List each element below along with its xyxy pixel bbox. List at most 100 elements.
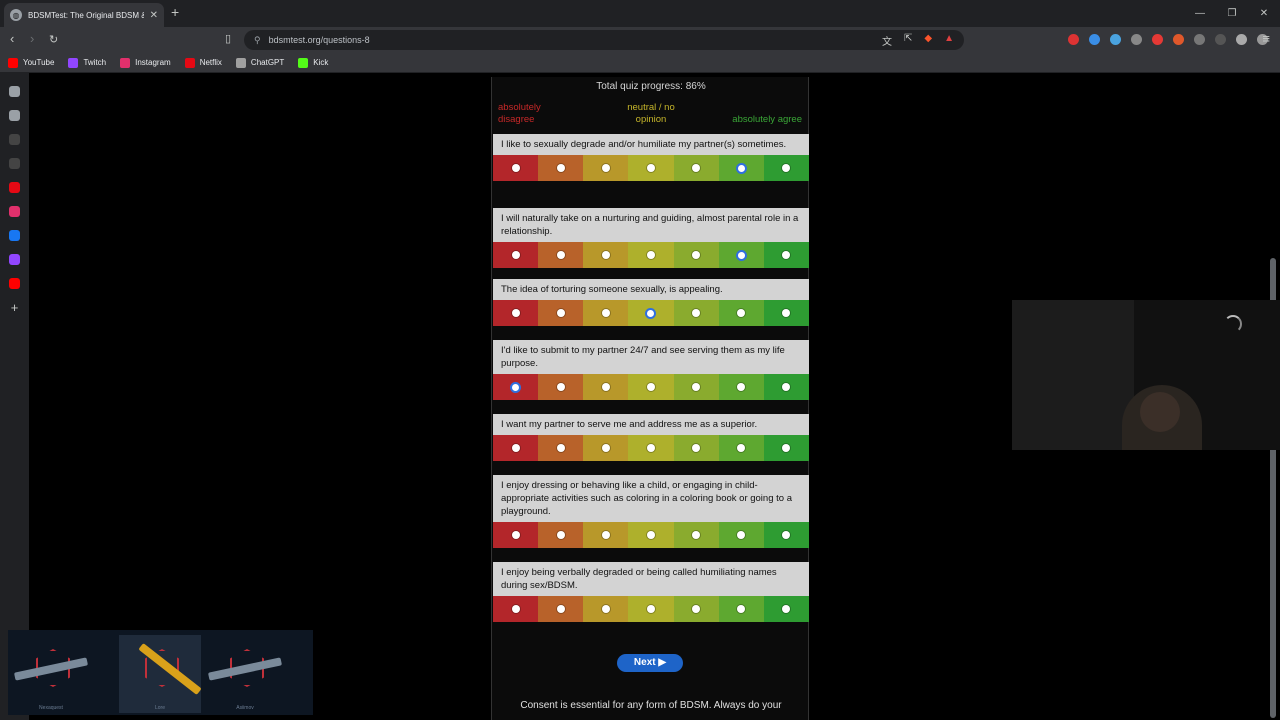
radio-button[interactable] bbox=[737, 251, 745, 259]
answer-option-4[interactable] bbox=[628, 596, 674, 622]
extension-icon[interactable] bbox=[1173, 34, 1184, 45]
netflix-icon[interactable] bbox=[9, 182, 20, 193]
share-icon[interactable]: ⇱ bbox=[904, 33, 912, 48]
radio-button[interactable] bbox=[556, 383, 565, 391]
answer-option-7[interactable] bbox=[763, 242, 809, 268]
answer-option-2[interactable] bbox=[538, 374, 584, 400]
youtube-icon[interactable] bbox=[9, 278, 20, 289]
radio-button[interactable] bbox=[511, 444, 520, 452]
radio-button[interactable] bbox=[737, 164, 745, 172]
reload-icon[interactable]: ↻ bbox=[49, 33, 58, 46]
answer-option-6[interactable] bbox=[718, 300, 764, 326]
answer-option-2[interactable] bbox=[538, 522, 584, 548]
answer-option-1[interactable] bbox=[493, 242, 539, 268]
radio-button[interactable] bbox=[692, 251, 701, 259]
answer-option-3[interactable] bbox=[583, 435, 629, 461]
facebook-icon[interactable] bbox=[9, 230, 20, 241]
translate-icon[interactable]: 文 bbox=[882, 33, 892, 48]
radio-button[interactable] bbox=[601, 383, 610, 391]
radio-button[interactable] bbox=[737, 309, 746, 317]
radio-button[interactable] bbox=[692, 309, 701, 317]
radio-button[interactable] bbox=[601, 531, 610, 539]
answer-option-4[interactable] bbox=[628, 155, 674, 181]
radio-button[interactable] bbox=[511, 531, 520, 539]
radio-button[interactable] bbox=[782, 309, 791, 317]
radio-button[interactable] bbox=[601, 164, 610, 172]
radio-button[interactable] bbox=[692, 444, 701, 452]
instagram-icon[interactable] bbox=[9, 206, 20, 217]
bookmark-netflix[interactable]: Netflix bbox=[184, 57, 222, 68]
brave-shield-icon[interactable]: ◆ bbox=[924, 33, 932, 48]
wallet-icon[interactable] bbox=[9, 134, 20, 145]
radio-button[interactable] bbox=[692, 383, 701, 391]
answer-option-5[interactable] bbox=[673, 522, 719, 548]
radio-button[interactable] bbox=[556, 605, 565, 613]
radio-button[interactable] bbox=[646, 251, 655, 259]
radio-button[interactable] bbox=[646, 383, 655, 391]
radio-button[interactable] bbox=[511, 251, 520, 259]
answer-option-5[interactable] bbox=[673, 596, 719, 622]
answer-option-1[interactable] bbox=[493, 522, 539, 548]
radio-button[interactable] bbox=[737, 605, 746, 613]
answer-option-2[interactable] bbox=[538, 300, 584, 326]
answer-option-7[interactable] bbox=[763, 374, 809, 400]
radio-button[interactable] bbox=[511, 164, 520, 172]
answer-option-7[interactable] bbox=[763, 155, 809, 181]
minimize-icon[interactable]: — bbox=[1184, 0, 1216, 27]
answer-option-1[interactable] bbox=[493, 435, 539, 461]
history-icon[interactable] bbox=[9, 158, 20, 169]
answer-option-2[interactable] bbox=[538, 596, 584, 622]
add-panel-icon[interactable]: + bbox=[9, 301, 20, 314]
radio-button[interactable] bbox=[782, 383, 791, 391]
address-bar[interactable]: ⚲ bdsmtest.org/questions-8 文 ⇱ ◆ ▲ bbox=[244, 30, 964, 50]
back-icon[interactable]: ‹ bbox=[10, 31, 14, 46]
radio-button[interactable] bbox=[511, 309, 520, 317]
answer-option-5[interactable] bbox=[673, 300, 719, 326]
leo-ai-icon[interactable] bbox=[9, 86, 20, 97]
bookmark-youtube[interactable]: YouTube bbox=[8, 57, 54, 68]
answer-option-7[interactable] bbox=[763, 596, 809, 622]
bookmark-instagram[interactable]: Instagram bbox=[120, 57, 171, 68]
browser-tab[interactable]: ◍ BDSMTest: The Original BDSM & ✕ bbox=[4, 3, 164, 27]
extension-icon[interactable] bbox=[1110, 34, 1121, 45]
extension-icon[interactable] bbox=[1068, 34, 1079, 45]
answer-option-4[interactable] bbox=[628, 435, 674, 461]
radio-button[interactable] bbox=[647, 309, 655, 317]
answer-option-1[interactable] bbox=[493, 155, 539, 181]
extension-icon[interactable] bbox=[1152, 34, 1163, 45]
radio-button[interactable] bbox=[512, 383, 520, 391]
answer-option-6[interactable] bbox=[718, 522, 764, 548]
bookmark-twitch[interactable]: Twitch bbox=[68, 57, 106, 68]
radio-button[interactable] bbox=[601, 251, 610, 259]
radio-button[interactable] bbox=[511, 605, 520, 613]
radio-button[interactable] bbox=[782, 444, 791, 452]
answer-option-3[interactable] bbox=[583, 242, 629, 268]
radio-button[interactable] bbox=[556, 444, 565, 452]
radio-button[interactable] bbox=[646, 444, 655, 452]
radio-button[interactable] bbox=[646, 605, 655, 613]
close-tab-icon[interactable]: ✕ bbox=[150, 10, 158, 21]
new-tab-icon[interactable]: + bbox=[171, 4, 179, 20]
extension-icon[interactable] bbox=[1131, 34, 1142, 45]
radio-button[interactable] bbox=[601, 444, 610, 452]
next-button[interactable]: Next ▶ bbox=[617, 654, 683, 672]
bookmark-kick[interactable]: Kick bbox=[298, 57, 328, 68]
answer-option-6[interactable] bbox=[718, 155, 764, 181]
answer-option-2[interactable] bbox=[538, 242, 584, 268]
brave-rewards-icon[interactable]: ▲ bbox=[944, 33, 954, 48]
answer-option-6[interactable] bbox=[718, 596, 764, 622]
radio-button[interactable] bbox=[782, 605, 791, 613]
close-window-icon[interactable]: ✕ bbox=[1248, 0, 1280, 27]
answer-option-4[interactable] bbox=[628, 242, 674, 268]
reading-list-icon[interactable] bbox=[9, 110, 20, 121]
answer-option-6[interactable] bbox=[718, 435, 764, 461]
answer-option-4[interactable] bbox=[628, 374, 674, 400]
radio-button[interactable] bbox=[556, 531, 565, 539]
forward-icon[interactable]: › bbox=[30, 31, 34, 46]
answer-option-3[interactable] bbox=[583, 155, 629, 181]
twitch-icon[interactable] bbox=[9, 254, 20, 265]
answer-option-5[interactable] bbox=[673, 242, 719, 268]
radio-button[interactable] bbox=[737, 383, 746, 391]
answer-option-7[interactable] bbox=[763, 435, 809, 461]
answer-option-7[interactable] bbox=[763, 522, 809, 548]
